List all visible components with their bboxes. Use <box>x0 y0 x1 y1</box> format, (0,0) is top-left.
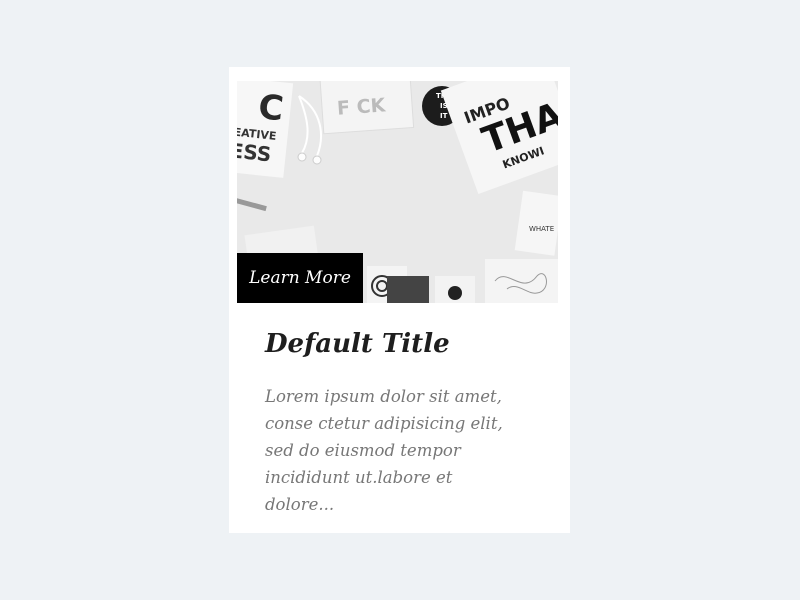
card-title: Default Title <box>265 329 450 359</box>
poster-text-ess: ESS <box>237 138 272 166</box>
badge-it: IT <box>440 112 448 120</box>
card-text-whate: WHATE <box>529 225 554 233</box>
poster-letter-c: C <box>256 87 285 129</box>
card-image: C EATIVE ESS F CK THIS IS IT IMPO <box>237 81 558 303</box>
card: C EATIVE ESS F CK THIS IS IT IMPO <box>229 67 570 533</box>
learn-more-button[interactable]: Learn More <box>237 253 363 303</box>
poster-text-f: F CK <box>336 94 387 119</box>
card-description: Lorem ipsum dolor sit amet, conse ctetur… <box>265 387 503 514</box>
